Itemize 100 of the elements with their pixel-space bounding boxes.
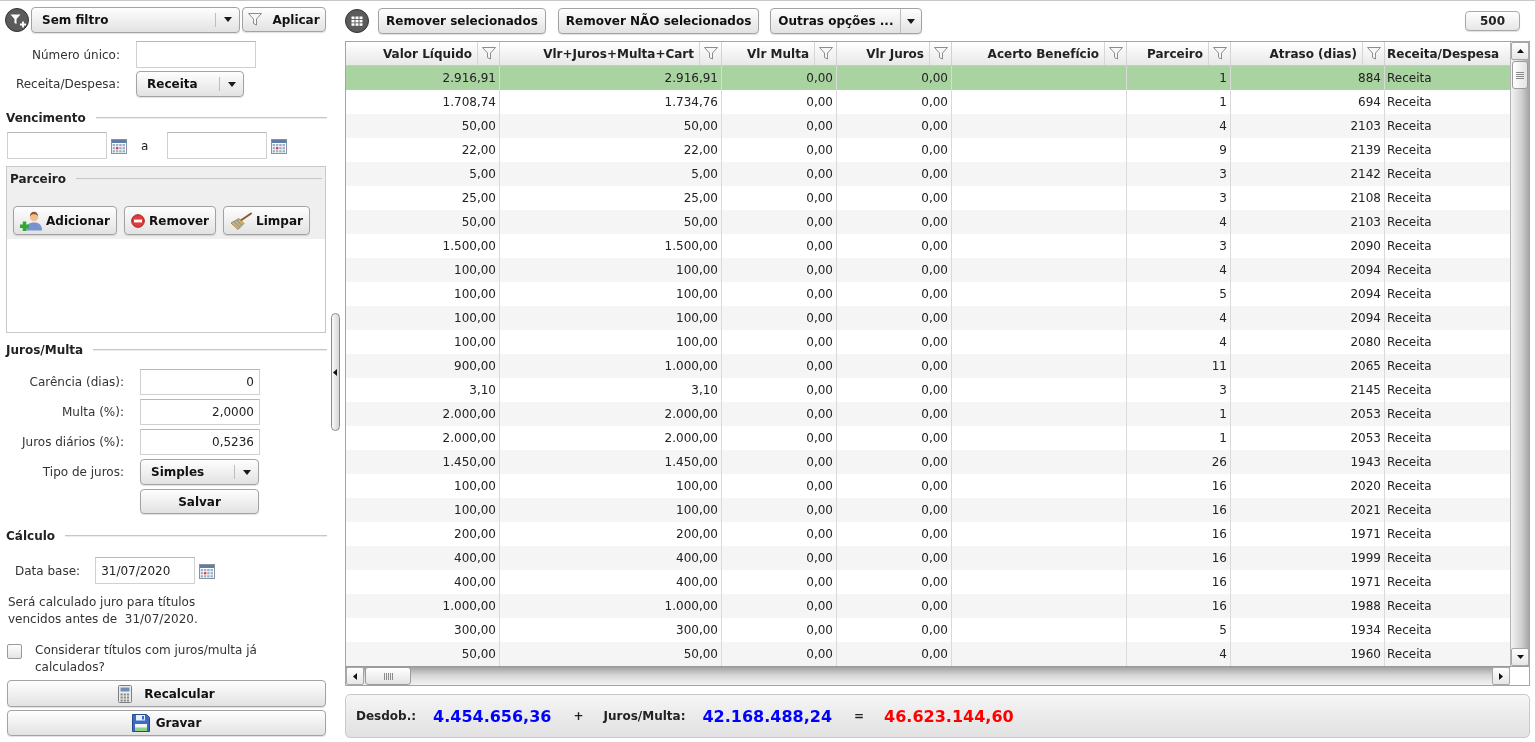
dropdown-select[interactable]: Simples bbox=[140, 459, 259, 485]
add-user-icon bbox=[20, 210, 42, 231]
splitter-handle[interactable] bbox=[331, 313, 340, 431]
save-settings-button[interactable]: Salvar bbox=[140, 489, 259, 514]
table-row[interactable]: 100,00 100,00 0,00 0,00 16 2021 Receita bbox=[346, 498, 1510, 522]
table-cell: 2103 bbox=[1231, 210, 1385, 234]
scrollbar-thumb[interactable] bbox=[365, 667, 411, 685]
table-cell: 0,00 bbox=[722, 306, 837, 330]
filter-button[interactable] bbox=[814, 42, 836, 65]
clear-button[interactable]: Limpar bbox=[223, 206, 310, 235]
table-cell: 400,00 bbox=[346, 546, 500, 570]
date-field[interactable]: 31/07/2020 bbox=[95, 557, 196, 584]
save-button[interactable]: Gravar bbox=[7, 710, 326, 736]
dropdown-select[interactable]: Receita bbox=[136, 71, 244, 97]
column-header[interactable]: Vlr Juros bbox=[866, 46, 924, 61]
table-cell-text: Receita bbox=[1386, 526, 1433, 543]
input-field[interactable]: 0,5236 bbox=[140, 429, 260, 455]
date-field[interactable] bbox=[167, 132, 268, 159]
grip-icon bbox=[383, 672, 393, 680]
checkbox[interactable] bbox=[7, 644, 22, 659]
table-row[interactable]: 1.450,00 1.450,00 0,00 0,00 26 1943 Receita bbox=[346, 450, 1510, 474]
total-label: Desdob.: bbox=[356, 709, 417, 723]
table-cell: 0,00 bbox=[837, 306, 952, 330]
calendar-icon[interactable] bbox=[199, 562, 216, 579]
table-cell: 900,00 bbox=[346, 354, 500, 378]
table-row[interactable]: 1.000,00 1.000,00 0,00 0,00 16 1988 Receita bbox=[346, 594, 1510, 618]
scroll-right-button[interactable] bbox=[1492, 667, 1510, 685]
filter-button[interactable] bbox=[1208, 42, 1230, 65]
calendar-icon[interactable] bbox=[111, 137, 127, 154]
column-header[interactable]: Vlr+Juros+Multa+Cart bbox=[543, 46, 694, 61]
table-cell: 2021 bbox=[1231, 498, 1385, 522]
filter-add-icon[interactable] bbox=[5, 7, 29, 32]
scroll-down-button[interactable] bbox=[1511, 648, 1529, 666]
horizontal-scrollbar[interactable] bbox=[346, 667, 1510, 685]
table-cell: 2.916,91 bbox=[346, 66, 500, 90]
more-options-button[interactable]: Outras opções ... bbox=[770, 8, 923, 34]
vertical-scrollbar[interactable] bbox=[1510, 42, 1529, 666]
scrollbar-thumb[interactable] bbox=[1512, 61, 1528, 89]
table-row[interactable]: 50,00 50,00 0,00 0,00 4 2103 Receita bbox=[346, 210, 1510, 234]
filter-button[interactable] bbox=[1104, 42, 1126, 65]
date-field[interactable] bbox=[7, 132, 107, 159]
table-cell-text: Receita bbox=[1386, 166, 1433, 183]
column-header[interactable]: Parceiro bbox=[1147, 46, 1203, 61]
column-header[interactable]: Vlr Multa bbox=[747, 46, 809, 61]
table-row[interactable]: 2.000,00 2.000,00 0,00 0,00 1 2053 Receita bbox=[346, 402, 1510, 426]
table-cell: 1960 bbox=[1231, 642, 1385, 666]
table-cell: 50,00 bbox=[346, 114, 500, 138]
table-row[interactable]: 2.916,91 2.916,91 0,00 0,00 1 884 Receita bbox=[346, 66, 1510, 90]
input-field[interactable]: 2,0000 bbox=[140, 399, 260, 425]
table-cell: 16 bbox=[1127, 594, 1231, 618]
table-cell: 1.000,00 bbox=[346, 594, 500, 618]
table-row[interactable]: 100,00 100,00 0,00 0,00 4 2094 Receita bbox=[346, 306, 1510, 330]
column-header[interactable]: Valor Líquido bbox=[382, 46, 472, 61]
add-button[interactable]: Adicionar bbox=[13, 206, 118, 235]
table-cell: 0,00 bbox=[837, 498, 952, 522]
filter-icon bbox=[1366, 47, 1381, 60]
table-cell: 2094 bbox=[1231, 258, 1385, 282]
remove-unselected-button[interactable]: Remover NÃO selecionados bbox=[557, 8, 760, 34]
column-header[interactable]: Receita/Despesa bbox=[1387, 46, 1500, 61]
remove-selected-button[interactable]: Remover selecionados bbox=[378, 8, 546, 34]
table-cell: 50,00 bbox=[346, 210, 500, 234]
filter-button[interactable] bbox=[1362, 42, 1384, 65]
table-cell-text: Receita bbox=[1386, 502, 1433, 519]
table-row[interactable]: 50,00 50,00 0,00 0,00 4 1960 Receita bbox=[346, 642, 1510, 666]
table-row[interactable]: 100,00 100,00 0,00 0,00 4 2094 Receita bbox=[346, 258, 1510, 282]
table-cell: 0,00 bbox=[837, 258, 952, 282]
table-cell: 0,00 bbox=[837, 114, 952, 138]
filter-button[interactable] bbox=[929, 42, 951, 65]
table-row[interactable]: 50,00 50,00 0,00 0,00 4 2103 Receita bbox=[346, 114, 1510, 138]
column-header[interactable]: Atraso (dias) bbox=[1269, 46, 1357, 61]
calendar-icon[interactable] bbox=[271, 137, 288, 154]
input-field[interactable]: 0 bbox=[140, 369, 260, 395]
table-cell-text: Receita bbox=[1386, 358, 1433, 375]
table-cell: 2.916,91 bbox=[500, 66, 722, 90]
filter-button[interactable] bbox=[477, 42, 499, 65]
no-entry-icon bbox=[131, 213, 146, 228]
filter-button[interactable] bbox=[699, 42, 721, 65]
table-row[interactable]: 5,00 5,00 0,00 0,00 3 2142 Receita bbox=[346, 162, 1510, 186]
table-cell: 0,00 bbox=[722, 642, 837, 666]
table-row[interactable]: 400,00 400,00 0,00 0,00 16 1999 Receita bbox=[346, 546, 1510, 570]
table-cell: 0,00 bbox=[722, 66, 837, 90]
column-header[interactable]: Acerto Benefício bbox=[987, 46, 1099, 61]
table-cell: 100,00 bbox=[500, 258, 722, 282]
table-cell-text: Receita bbox=[1386, 598, 1433, 615]
field-label: Data base: bbox=[15, 563, 81, 578]
table-row[interactable]: 900,00 1.000,00 0,00 0,00 11 2065 Receita bbox=[346, 354, 1510, 378]
table-cell: 0,00 bbox=[837, 162, 952, 186]
scroll-up-button[interactable] bbox=[1511, 42, 1529, 60]
table-cell: 0,00 bbox=[722, 258, 837, 282]
caret-left-icon bbox=[353, 672, 357, 680]
table-cell-text: Receita bbox=[1386, 622, 1433, 639]
grid-icon[interactable] bbox=[345, 9, 369, 33]
field-label: Carência (dias): bbox=[29, 375, 124, 389]
caret-icon bbox=[227, 81, 236, 87]
apply-button[interactable]: Aplicar bbox=[242, 7, 326, 32]
recalculate-button[interactable]: Recalcular bbox=[7, 680, 326, 707]
remove-button[interactable]: Remover bbox=[124, 206, 217, 235]
filter-select[interactable]: Sem filtro bbox=[31, 6, 240, 33]
scroll-left-button[interactable] bbox=[346, 667, 364, 685]
input-field[interactable] bbox=[136, 41, 256, 68]
